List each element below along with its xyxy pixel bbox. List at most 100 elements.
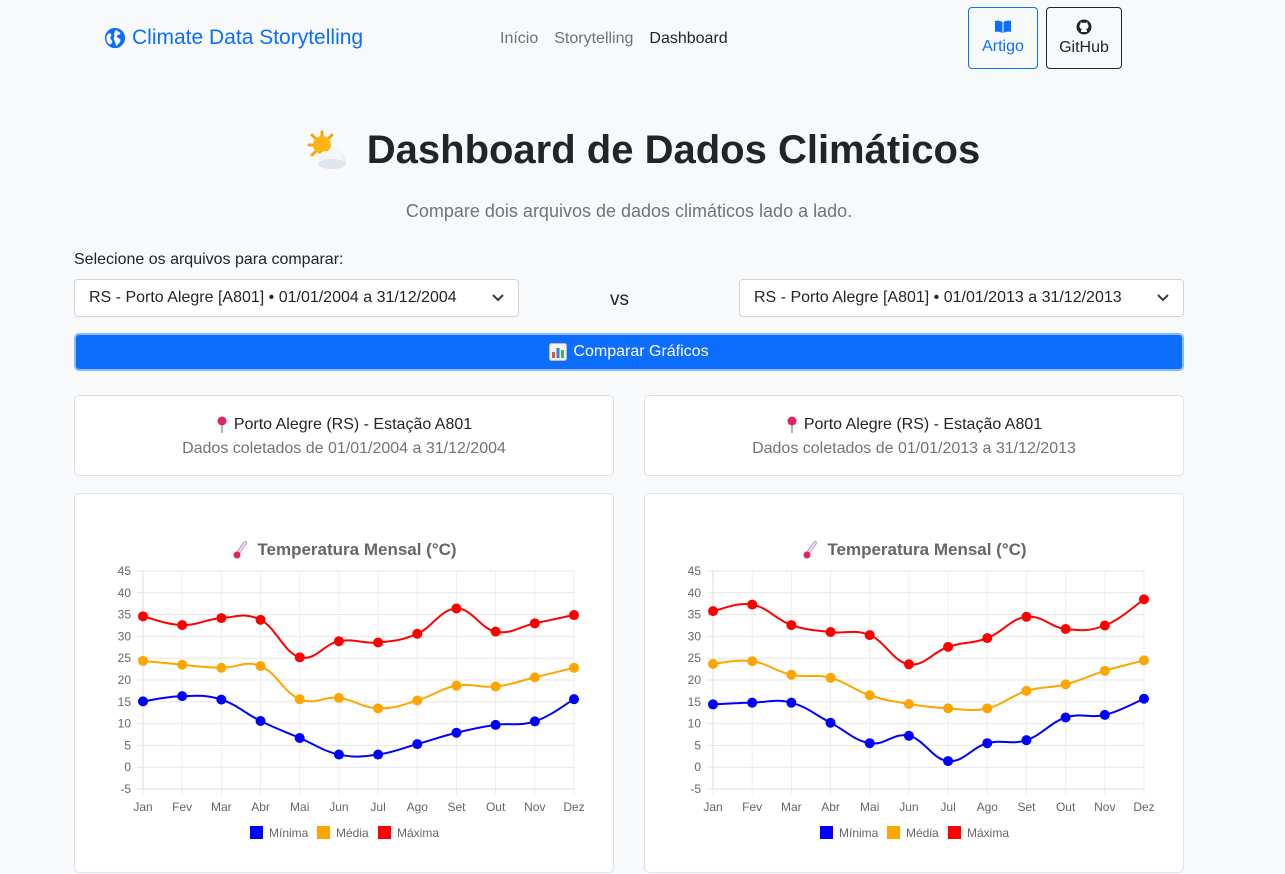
data-point[interactable] (569, 610, 579, 621)
data-point[interactable] (177, 691, 188, 702)
data-point[interactable] (825, 627, 836, 638)
data-point[interactable] (786, 620, 797, 631)
data-point[interactable] (569, 694, 579, 705)
data-point[interactable] (294, 732, 305, 743)
data-point[interactable] (1021, 735, 1032, 746)
data-point[interactable] (138, 696, 148, 707)
x-tick-label: Jul (940, 800, 955, 814)
data-point[interactable] (569, 662, 579, 673)
artigo-button[interactable]: Artigo (968, 7, 1038, 69)
legend-label[interactable]: Máxima (967, 826, 1009, 840)
legend-label[interactable]: Média (336, 826, 369, 840)
data-point[interactable] (1021, 685, 1032, 696)
data-point[interactable] (982, 633, 993, 644)
data-point[interactable] (490, 626, 501, 637)
data-point[interactable] (982, 738, 993, 749)
data-point[interactable] (864, 630, 875, 641)
data-point[interactable] (529, 672, 540, 683)
data-point[interactable] (747, 599, 758, 610)
data-point[interactable] (1060, 712, 1071, 723)
data-point[interactable] (294, 652, 305, 663)
data-point[interactable] (412, 695, 423, 706)
data-point[interactable] (708, 699, 718, 710)
data-point[interactable] (412, 628, 423, 639)
data-point[interactable] (943, 641, 954, 652)
data-point[interactable] (333, 692, 344, 703)
data-point[interactable] (943, 756, 954, 767)
data-point[interactable] (708, 606, 718, 617)
data-point[interactable] (943, 703, 954, 714)
data-point[interactable] (982, 703, 993, 714)
compare-charts-button[interactable]: Comparar Gráficos (74, 333, 1184, 371)
nav-link-inicio[interactable]: Início (500, 30, 538, 48)
data-point[interactable] (333, 749, 344, 760)
data-point[interactable] (255, 661, 266, 672)
nav-link-storytelling[interactable]: Storytelling (554, 30, 633, 48)
data-point[interactable] (216, 662, 227, 673)
nav-links: Início Storytelling Dashboard (500, 30, 728, 48)
data-point[interactable] (786, 697, 797, 708)
y-tick-label: 35 (118, 608, 132, 622)
legend-label[interactable]: Máxima (397, 826, 439, 840)
data-point[interactable] (529, 618, 540, 629)
data-point[interactable] (1139, 655, 1149, 666)
data-point[interactable] (747, 697, 758, 708)
nav-link-dashboard[interactable]: Dashboard (649, 30, 727, 48)
data-point[interactable] (903, 698, 914, 709)
legend-swatch (317, 826, 330, 839)
temperature-chart-card-left: Temperatura Mensal (°C) -5 0 5 10 15 20 25 30 35… (74, 493, 614, 873)
x-tick-label: Abr (251, 800, 270, 814)
data-point[interactable] (747, 656, 758, 667)
data-point[interactable] (255, 715, 266, 726)
legend-label[interactable]: Mínima (269, 826, 309, 840)
legend-label[interactable]: Média (906, 826, 939, 840)
data-point[interactable] (490, 681, 501, 692)
pin-icon (217, 416, 227, 433)
file-select-left[interactable]: RS - Porto Alegre [A801] • 01/01/2004 a … (74, 279, 519, 317)
data-point[interactable] (138, 611, 148, 622)
data-point[interactable] (451, 727, 462, 738)
data-point[interactable] (1139, 693, 1149, 704)
data-point[interactable] (333, 636, 344, 647)
data-point[interactable] (373, 703, 384, 714)
data-point[interactable] (373, 749, 384, 760)
brand-link[interactable]: Climate Data Storytelling (104, 26, 363, 50)
legend-swatch (948, 826, 961, 839)
select-label: Selecione os arquivos para comparar: (74, 251, 344, 268)
data-point[interactable] (786, 669, 797, 680)
data-point[interactable] (451, 603, 462, 614)
data-point[interactable] (708, 658, 718, 669)
data-point[interactable] (1021, 611, 1032, 622)
file-select-right[interactable]: RS - Porto Alegre [A801] • 01/01/2013 a … (739, 279, 1184, 317)
data-point[interactable] (216, 694, 227, 705)
legend-label[interactable]: Mínima (839, 826, 879, 840)
data-point[interactable] (1060, 623, 1071, 634)
data-point[interactable] (294, 694, 305, 705)
data-point[interactable] (216, 613, 227, 624)
data-point[interactable] (1139, 594, 1149, 605)
github-label: GitHub (1059, 39, 1109, 56)
data-point[interactable] (1060, 679, 1071, 690)
data-point[interactable] (373, 637, 384, 648)
data-point[interactable] (529, 716, 540, 727)
data-point[interactable] (1099, 709, 1110, 720)
station-location: Porto Alegre (RS) - Estação A801 (645, 416, 1183, 434)
data-point[interactable] (825, 717, 836, 728)
data-point[interactable] (864, 738, 875, 749)
data-point[interactable] (1099, 620, 1110, 631)
data-point[interactable] (490, 719, 501, 730)
data-point[interactable] (864, 690, 875, 701)
data-point[interactable] (138, 655, 148, 666)
github-button[interactable]: GitHub (1046, 7, 1122, 69)
data-point[interactable] (255, 614, 266, 625)
data-point[interactable] (903, 730, 914, 741)
data-point[interactable] (1099, 665, 1110, 676)
data-point[interactable] (177, 659, 188, 670)
data-point[interactable] (903, 659, 914, 670)
data-point[interactable] (177, 620, 188, 631)
data-point[interactable] (825, 672, 836, 683)
data-point[interactable] (412, 739, 423, 750)
x-tick-label: Fev (742, 800, 762, 814)
y-tick-label: 20 (118, 673, 132, 687)
data-point[interactable] (451, 680, 462, 691)
